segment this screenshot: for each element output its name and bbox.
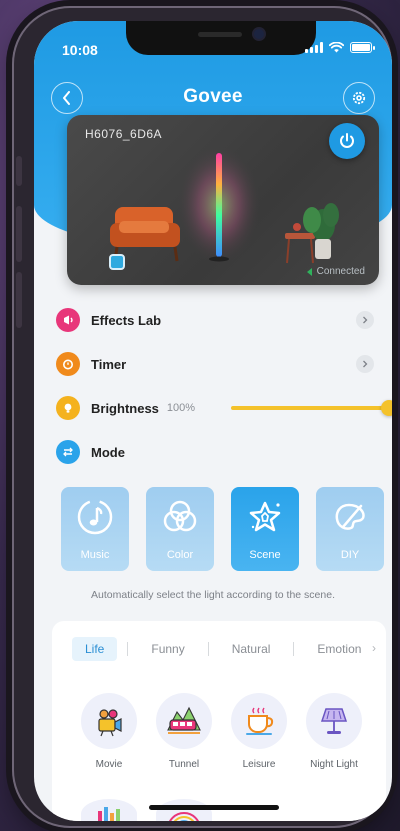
scene-label: Leisure (242, 759, 276, 770)
tab-natural[interactable]: Natural (219, 637, 284, 661)
tabs-more-chevron-icon[interactable]: › (372, 641, 376, 655)
wifi-icon (329, 42, 344, 53)
status-icons (305, 42, 375, 53)
tab-funny[interactable]: Funny (138, 637, 197, 661)
settings-button[interactable] (343, 82, 375, 114)
status-time: 10:08 (62, 42, 98, 58)
brightness-icon (56, 396, 80, 420)
mode-row: Mode (56, 437, 374, 467)
palette-brush-icon (330, 497, 370, 537)
speaker (198, 32, 242, 37)
scene-panel: Life Funny Natural Emotion › Movie Tunne… (52, 621, 386, 821)
gear-icon (352, 91, 366, 105)
app-title: Govee (183, 86, 243, 107)
phone-frame: 10:08 Govee H6076_6D6A Connected Effects… (12, 6, 392, 828)
front-camera (254, 29, 264, 39)
music-note-icon (75, 497, 115, 537)
timer-label: Timer (91, 356, 127, 372)
connected-indicator-icon (306, 267, 312, 276)
effects-lab-label: Effects Lab (91, 312, 162, 328)
scene-item-partial[interactable] (81, 799, 137, 821)
connection-status: Connected (306, 266, 365, 277)
brightness-value: 100% (166, 402, 196, 414)
scene-label: Tunnel (168, 759, 200, 770)
brightness-slider-knob[interactable] (381, 400, 392, 416)
scene-label: Night Light (310, 759, 358, 770)
mode-tile-label: Music (80, 549, 110, 561)
chevron-right-icon (356, 311, 374, 329)
scene-star-icon (245, 497, 285, 537)
mode-description: Automatically select the light according… (91, 589, 335, 601)
mode-tile-label: Color (166, 549, 194, 561)
mode-tile-color[interactable]: Color (146, 487, 214, 571)
brightness-slider[interactable] (231, 400, 392, 416)
scene-item-leisure[interactable]: Leisure (229, 693, 289, 770)
signal-icon (305, 42, 323, 53)
device-card[interactable]: H6076_6D6A Connected (67, 115, 379, 285)
mode-tile-music[interactable]: Music (61, 487, 129, 571)
mute-switch (16, 156, 22, 186)
tab-divider (127, 642, 129, 656)
tab-divider (207, 642, 209, 656)
camera-badge-icon (109, 254, 125, 270)
rainbow-icon (169, 812, 199, 821)
scene-label: Movie (95, 759, 123, 770)
tab-divider (293, 642, 295, 656)
timer-icon (56, 352, 80, 376)
scene-item-partial[interactable] (156, 799, 212, 821)
mode-tile-label: DIY (340, 549, 360, 561)
brightness-label: Brightness (91, 400, 159, 416)
tab-emotion[interactable]: Emotion (304, 637, 374, 661)
scene-item-tunnel[interactable]: Tunnel (154, 693, 214, 770)
mode-tile-scene[interactable]: Scene (231, 487, 299, 571)
coffee-cup-icon (231, 693, 287, 749)
home-indicator[interactable] (149, 805, 279, 810)
tab-life[interactable]: Life (72, 637, 118, 661)
scene-item-night-light[interactable]: Night Light (304, 693, 364, 770)
mode-tile-diy[interactable]: DIY (316, 487, 384, 571)
brightness-row: Brightness 100% (56, 393, 392, 423)
app-screen: 10:08 Govee H6076_6D6A Connected Effects… (34, 21, 392, 821)
movie-projector-icon (81, 693, 137, 749)
effects-lab-row[interactable]: Effects Lab (56, 305, 374, 335)
bookshelf-icon (98, 807, 120, 821)
effects-lab-icon (56, 308, 80, 332)
battery-icon (350, 42, 375, 53)
table-lamp-icon (306, 693, 362, 749)
timer-row[interactable]: Timer (56, 349, 374, 379)
chevron-right-icon (356, 355, 374, 373)
mode-tile-label: Scene (249, 549, 281, 561)
notch (126, 21, 316, 55)
mode-icon (56, 440, 80, 464)
volume-down-button (16, 272, 22, 328)
scene-tabs: Life Funny Natural Emotion (72, 637, 374, 661)
color-circles-icon (160, 497, 200, 537)
scene-item-movie[interactable]: Movie (79, 693, 139, 770)
volume-up-button (16, 206, 22, 262)
mode-label: Mode (91, 444, 125, 460)
connection-label: Connected (316, 266, 365, 277)
train-tunnel-icon (156, 693, 212, 749)
